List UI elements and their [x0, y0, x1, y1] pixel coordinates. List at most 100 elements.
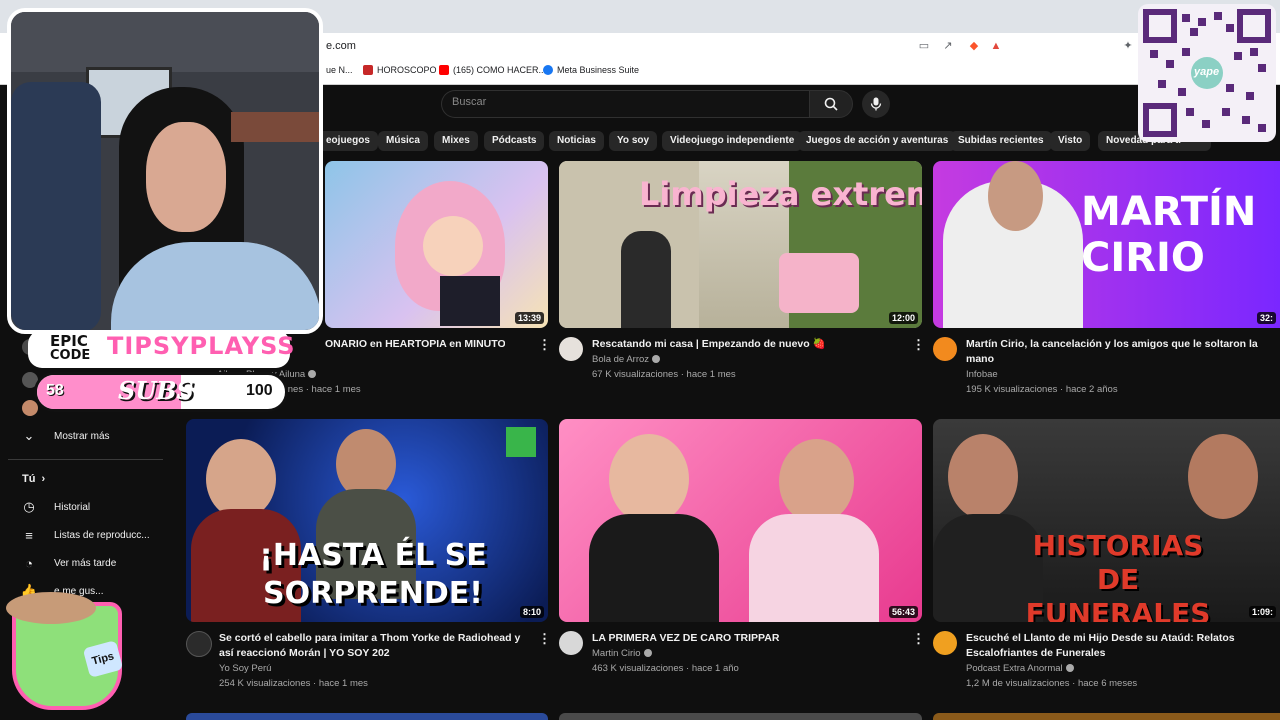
- voice-search-button[interactable]: [862, 90, 890, 118]
- thumbnail-face: [609, 434, 689, 524]
- chip-mixes[interactable]: Mixes: [434, 131, 478, 151]
- video-thumbnail[interactable]: 13:39: [325, 161, 548, 328]
- channel-avatar[interactable]: [559, 631, 583, 655]
- qr-brand: yape: [1194, 66, 1220, 78]
- video-thumbnail[interactable]: [559, 713, 922, 720]
- chip-yo-soy[interactable]: Yo soy: [609, 131, 658, 151]
- subs-goal: 100: [246, 382, 273, 399]
- upload-age: hace 1 mes: [686, 369, 736, 380]
- verified-icon: [1065, 664, 1074, 673]
- donation-qr-code: yape: [1138, 4, 1276, 142]
- subs-current: 58: [46, 382, 64, 399]
- channel-name: Podcast Extra Anormal: [966, 663, 1063, 674]
- subscription-avatar[interactable]: [22, 400, 38, 416]
- video-stats: 254 K visualizaciones · hace 1 mes: [219, 678, 368, 689]
- verified-icon: [652, 355, 661, 364]
- chip-videojuego-independiente[interactable]: Videojuego independiente: [662, 131, 803, 151]
- channel-name: Infobae: [966, 369, 998, 380]
- sidebar-show-more[interactable]: ⌄ Mostrar más: [22, 428, 110, 443]
- video-thumbnail[interactable]: [933, 713, 1280, 720]
- chip-podcasts[interactable]: Pódcasts: [484, 131, 545, 151]
- webcam-overlay: [7, 8, 323, 334]
- chip-noticias[interactable]: Noticias: [549, 131, 604, 151]
- thumbnail-face: [948, 434, 1018, 519]
- bookmark-item[interactable]: Meta Business Suite: [543, 65, 639, 75]
- sidebar-item-playlists[interactable]: ≡ Listas de reproducc...: [22, 527, 150, 543]
- video-title[interactable]: Escuché el Llanto de mi Hijo Desde su At…: [966, 631, 1266, 661]
- url-text[interactable]: e.com: [326, 40, 356, 52]
- view-count: 1,2 M de visualizaciones: [966, 678, 1070, 689]
- cast-icon[interactable]: ▭: [918, 40, 930, 52]
- chip-videojuegos[interactable]: eojuegos: [318, 131, 378, 151]
- chevron-right-icon: ›: [41, 473, 46, 485]
- video-channel[interactable]: Bola de Arroz: [592, 352, 661, 367]
- webcam-background-object: [231, 112, 319, 142]
- video-thumbnail[interactable]: MARTÍN CIRIO 32:: [933, 161, 1280, 328]
- thumbnail-camera: [779, 253, 859, 313]
- video-duration: 12:00: [888, 312, 918, 324]
- chevron-down-icon: ⌄: [23, 428, 35, 443]
- thumbnail-person: [749, 514, 879, 622]
- mug-foam: [6, 592, 96, 624]
- channel-avatar[interactable]: [559, 337, 583, 361]
- divider: [8, 459, 163, 460]
- video-stats: 463 K visualizaciones · hace 1 año: [592, 663, 739, 674]
- sidebar-item-history[interactable]: ◷ Historial: [22, 499, 90, 514]
- share-icon[interactable]: ↗: [942, 40, 954, 52]
- search-input[interactable]: [441, 90, 810, 118]
- video-title[interactable]: ONARIO en HEARTOPIA en MINUTOS 😱 |: [325, 337, 505, 352]
- video-stats: 195 K visualizaciones · hace 2 años: [966, 384, 1118, 395]
- video-channel[interactable]: Podcast Extra Anormal: [966, 661, 1074, 676]
- video-thumbnail[interactable]: ¡HASTA ÉL SE SORPRENDE! 8:10: [186, 419, 548, 622]
- video-title[interactable]: Rescatando mi casa | Empezando de nuevo …: [592, 337, 902, 352]
- microphone-icon: [870, 97, 882, 111]
- sidebar-item-watch-later[interactable]: ◔ Ver más tarde: [22, 556, 116, 571]
- video-title[interactable]: Se cortó el cabello para imitar a Thom Y…: [219, 631, 534, 661]
- sidebar-item-label: Mostrar más: [54, 430, 110, 442]
- brave-rewards-icon[interactable]: ▲: [990, 40, 1002, 52]
- channel-avatar[interactable]: [186, 631, 212, 657]
- search-placeholder: Buscar: [452, 96, 487, 108]
- view-count: 67 K visualizaciones: [592, 369, 679, 380]
- thumbnail-face: [1188, 434, 1258, 519]
- video-thumbnail[interactable]: HISTORIAS DE FUNERALES 1:09:: [933, 419, 1280, 622]
- bookmark-item[interactable]: HOROSCOPO: [363, 65, 437, 75]
- meta-icon: [543, 65, 553, 75]
- bookmark-label: (165) COMO HACER...: [453, 65, 547, 75]
- verified-icon: [643, 649, 652, 658]
- video-title[interactable]: LA PRIMERA VEZ DE CARO TRIPPAR: [592, 631, 902, 646]
- extensions-icon[interactable]: ✦: [1122, 40, 1134, 52]
- more-options-icon[interactable]: ⋮: [538, 337, 551, 353]
- thumbnail-text: ¡HASTA ÉL SE SORPRENDE!: [259, 538, 487, 611]
- video-thumbnail[interactable]: 56:43: [559, 419, 922, 622]
- video-thumbnail[interactable]: Limpieza extrema 12:00: [559, 161, 922, 328]
- channel-avatar[interactable]: [933, 631, 957, 655]
- bookmark-item[interactable]: (165) COMO HACER...: [439, 65, 546, 75]
- channel-avatar[interactable]: [933, 337, 957, 361]
- thumbnail-face: [988, 161, 1043, 231]
- brand-code: CODE: [50, 348, 91, 363]
- video-channel[interactable]: Yo Soy Perú: [219, 661, 271, 676]
- more-options-icon[interactable]: ⋮: [912, 631, 925, 647]
- channel-logo: [506, 427, 536, 457]
- video-title[interactable]: Martín Cirio, la cancelación y los amigo…: [966, 337, 1266, 367]
- video-channel[interactable]: Infobae: [966, 367, 998, 382]
- section-title: Tú: [22, 473, 36, 485]
- search-button[interactable]: [809, 90, 853, 118]
- sidebar-item-label: Listas de reproducc...: [54, 529, 150, 541]
- chip-musica[interactable]: Música: [378, 131, 428, 151]
- video-duration: 8:10: [519, 606, 544, 618]
- chip-subidas-recientes[interactable]: Subidas recientes: [950, 131, 1052, 151]
- you-section-header[interactable]: Tú ›: [22, 473, 45, 485]
- video-thumbnail[interactable]: [186, 713, 548, 720]
- chip-visto[interactable]: Visto: [1050, 131, 1091, 151]
- video-channel[interactable]: Martin Cirio: [592, 646, 652, 661]
- bookmark-item[interactable]: ue N...: [326, 65, 353, 75]
- chip-juegos-accion[interactable]: Juegos de acción y aventuras: [798, 131, 957, 151]
- brave-shield-icon[interactable]: ◆: [968, 40, 980, 52]
- bookmark-label: ue N...: [326, 65, 353, 75]
- mug-decoration: Tips: [6, 592, 136, 714]
- more-options-icon[interactable]: ⋮: [912, 337, 925, 353]
- playlist-icon: ≡: [25, 527, 33, 543]
- more-options-icon[interactable]: ⋮: [538, 631, 551, 647]
